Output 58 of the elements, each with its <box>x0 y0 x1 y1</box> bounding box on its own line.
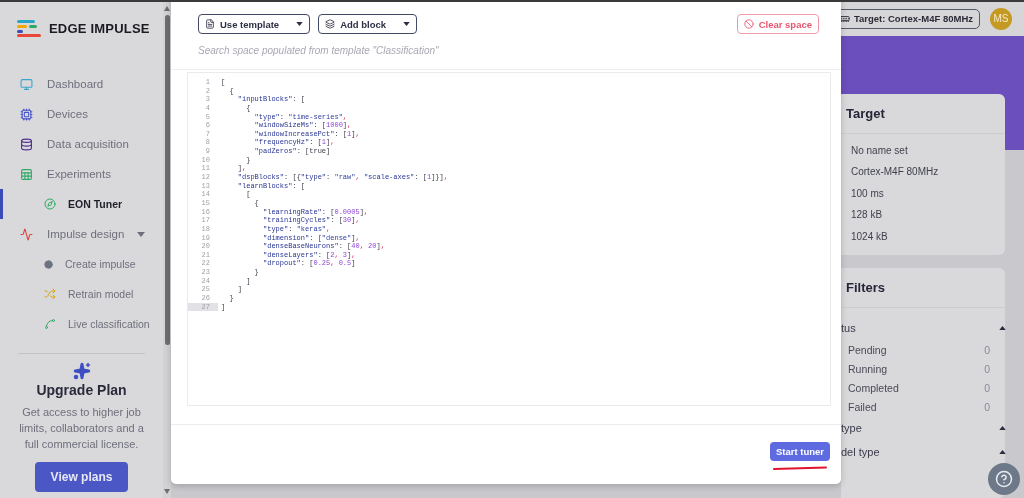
nav-item[interactable]: Data acquisition <box>0 129 163 159</box>
grid-icon <box>20 167 33 181</box>
upgrade-text: Get access to higher job limits, collaborators and a full commercial license. <box>18 405 145 452</box>
nav-item[interactable]: Create impulse <box>0 249 163 279</box>
upgrade-title: Upgrade Plan <box>36 382 127 398</box>
target-value: 128 kB <box>850 208 884 222</box>
caret-icon <box>296 22 304 26</box>
filter-option[interactable]: Pending <box>848 343 887 356</box>
filter-option[interactable]: Failed <box>848 400 877 413</box>
layers-icon <box>325 19 336 29</box>
compass-icon <box>44 198 56 210</box>
ban-icon <box>743 19 754 29</box>
filter-count: 0 <box>984 381 990 394</box>
brand-name: EDGE IMPULSE <box>49 21 150 36</box>
clear-space-button[interactable]: Clear space <box>736 14 819 34</box>
caret-icon <box>403 22 411 26</box>
chip-icon <box>839 13 850 24</box>
start-tuner-button[interactable]: Start tuner <box>769 442 830 461</box>
underline-mark <box>772 466 827 470</box>
chip-icon <box>20 107 33 121</box>
scroll-down-icon[interactable] <box>164 489 170 494</box>
shuffle-icon <box>44 288 56 300</box>
target-value: 100 ms <box>850 186 885 201</box>
curve-icon <box>44 318 56 330</box>
add-block-dropdown[interactable]: Add block <box>318 14 418 34</box>
scrollbar[interactable] <box>163 2 171 498</box>
dot-icon <box>44 259 53 269</box>
nav-item[interactable]: Experiments <box>0 159 163 189</box>
filter-option[interactable]: Completed <box>848 381 899 394</box>
target-value: 1024 kB <box>850 229 889 244</box>
filter-option[interactable]: Running <box>848 362 888 375</box>
hint-text: Search space populated from template "Classification" <box>198 45 440 56</box>
caret-icon[interactable] <box>999 450 1006 454</box>
logo-icon <box>17 20 41 37</box>
target-value: Cortex-M4F 80MHz <box>850 165 940 179</box>
filter-count: 0 <box>984 362 990 375</box>
nav-item[interactable]: Dashboard <box>0 69 163 99</box>
nav-item[interactable]: Retrain model <box>0 279 163 309</box>
caret-icon[interactable] <box>999 326 1006 330</box>
view-plans-button[interactable]: View plans <box>34 462 129 492</box>
nav-item[interactable]: Devices <box>0 99 163 129</box>
template-dropdown[interactable]: Use template <box>198 14 311 34</box>
filter-group-label: tus <box>841 322 856 334</box>
target-value: No name set <box>850 143 909 158</box>
filter-count: 0 <box>984 400 990 413</box>
monitor-icon <box>20 77 33 91</box>
filter-group-label: type <box>841 422 862 434</box>
database-icon <box>20 137 33 151</box>
filter-count: 0 <box>984 343 990 356</box>
nav-item[interactable]: Impulse design <box>0 219 163 249</box>
filter-group-label: del type <box>841 446 880 458</box>
help-icon <box>995 470 1013 488</box>
sparkles-icon <box>72 362 91 380</box>
nav-item[interactable]: Live classification <box>0 309 163 339</box>
pulse-icon <box>20 227 33 241</box>
scroll-up-icon[interactable] <box>164 6 170 11</box>
caret-icon[interactable] <box>999 426 1006 430</box>
document-icon <box>205 19 215 29</box>
